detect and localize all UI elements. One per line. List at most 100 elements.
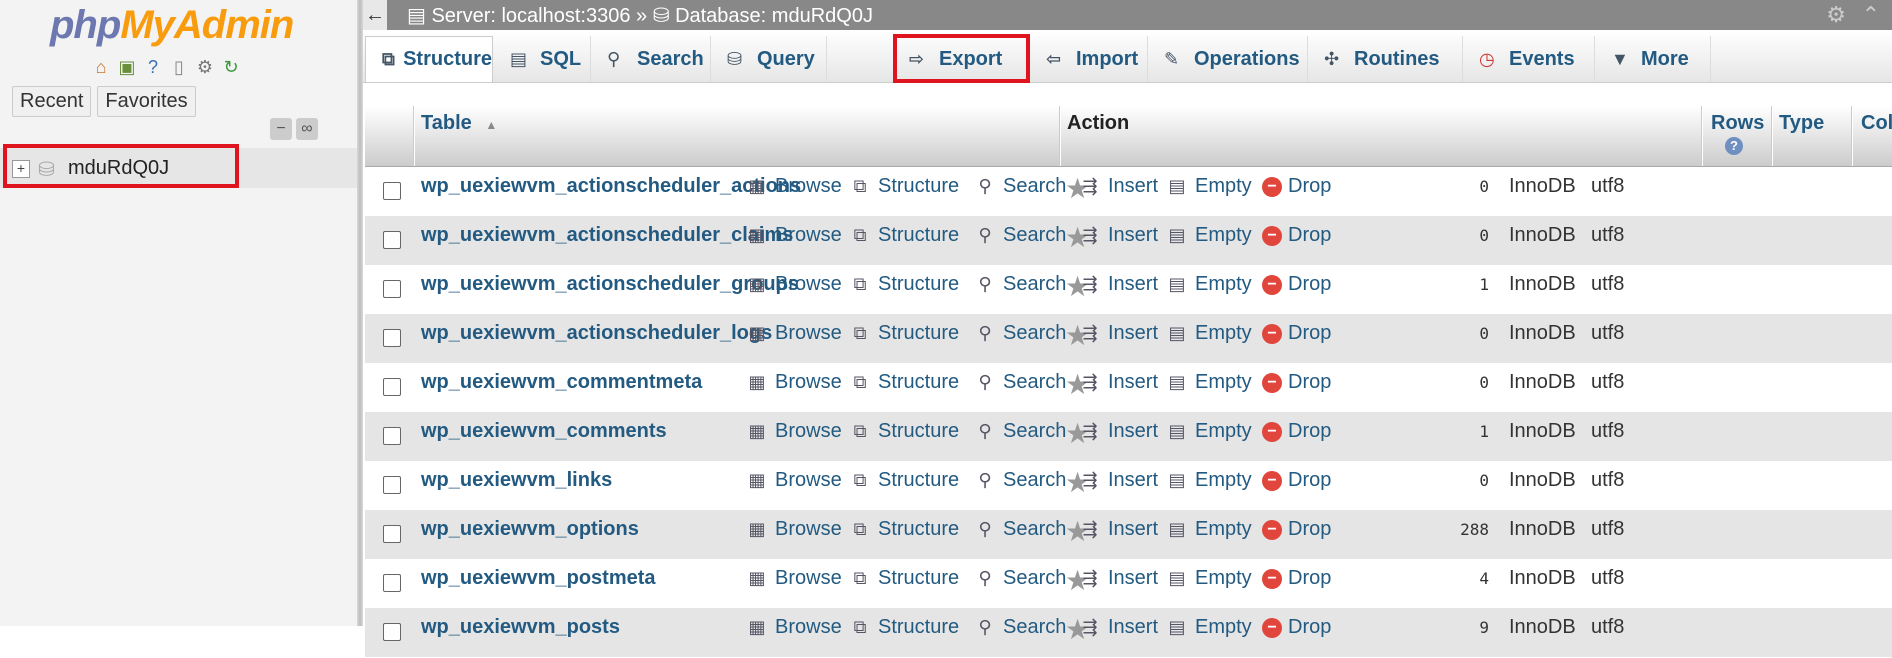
action-insert[interactable]: ⇶ Insert bbox=[1078, 616, 1158, 639]
action-drop[interactable]: − Drop bbox=[1262, 322, 1331, 345]
tab-operations[interactable]: ✎ Operations bbox=[1148, 36, 1308, 82]
tab-sql[interactable]: ▤ SQL bbox=[494, 36, 591, 82]
action-browse[interactable]: ▦ Browse bbox=[745, 322, 841, 345]
action-empty[interactable]: ▤ Empty bbox=[1165, 616, 1251, 639]
header-rows[interactable]: Rows ? bbox=[1711, 112, 1764, 155]
row-checkbox[interactable] bbox=[383, 231, 401, 249]
breadcrumb-database[interactable]: Database: mduRdQ0J bbox=[675, 5, 873, 27]
action-insert[interactable]: ⇶ Insert bbox=[1078, 567, 1158, 590]
action-search[interactable]: ⚲ Search bbox=[973, 616, 1066, 639]
row-checkbox[interactable] bbox=[383, 476, 401, 494]
table-name-link[interactable]: wp_uexiewvm_comments bbox=[421, 420, 667, 443]
table-row[interactable]: wp_uexiewvm_actionscheduler_actions ★ ▦ Bro… bbox=[365, 167, 1892, 217]
table-name-link[interactable]: wp_uexiewvm_options bbox=[421, 518, 639, 541]
exit-icon[interactable]: ▣ bbox=[116, 56, 138, 78]
action-structure[interactable]: ⧉ Structure bbox=[848, 273, 960, 296]
action-drop[interactable]: − Drop bbox=[1262, 616, 1331, 639]
action-browse[interactable]: ▦ Browse bbox=[745, 420, 841, 443]
action-empty[interactable]: ▤ Empty bbox=[1165, 420, 1251, 443]
action-empty[interactable]: ▤ Empty bbox=[1165, 567, 1251, 590]
action-drop[interactable]: − Drop bbox=[1262, 273, 1331, 296]
action-structure[interactable]: ⧉ Structure bbox=[848, 420, 960, 443]
action-search[interactable]: ⚲ Search bbox=[973, 469, 1066, 492]
action-browse[interactable]: ▦ Browse bbox=[745, 371, 841, 394]
home-icon[interactable]: ⌂ bbox=[90, 56, 112, 78]
tab-structure[interactable]: ⧉ Structure bbox=[365, 36, 493, 82]
action-empty[interactable]: ▤ Empty bbox=[1165, 518, 1251, 541]
action-empty[interactable]: ▤ Empty bbox=[1165, 371, 1251, 394]
table-row[interactable]: wp_uexiewvm_commentmeta ★ ▦ Browse ⧉ Structur… bbox=[365, 363, 1892, 413]
action-structure[interactable]: ⧉ Structure bbox=[848, 175, 960, 198]
action-insert[interactable]: ⇶ Insert bbox=[1078, 469, 1158, 492]
action-insert[interactable]: ⇶ Insert bbox=[1078, 420, 1158, 443]
action-search[interactable]: ⚲ Search bbox=[973, 322, 1066, 345]
action-structure[interactable]: ⧉ Structure bbox=[848, 518, 960, 541]
action-drop[interactable]: − Drop bbox=[1262, 371, 1331, 394]
action-browse[interactable]: ▦ Browse bbox=[745, 518, 841, 541]
action-insert[interactable]: ⇶ Insert bbox=[1078, 273, 1158, 296]
action-insert[interactable]: ⇶ Insert bbox=[1078, 175, 1158, 198]
table-name-link[interactable]: wp_uexiewvm_actionscheduler_logs bbox=[421, 322, 772, 345]
action-drop[interactable]: − Drop bbox=[1262, 175, 1331, 198]
action-browse[interactable]: ▦ Browse bbox=[745, 616, 841, 639]
row-checkbox[interactable] bbox=[383, 329, 401, 347]
action-search[interactable]: ⚲ Search bbox=[973, 518, 1066, 541]
table-row[interactable]: wp_uexiewvm_actionscheduler_claims ★ ▦ Brow… bbox=[365, 216, 1892, 266]
table-row[interactable]: wp_uexiewvm_options ★ ▦ Browse ⧉ Structure ⚲ Se… bbox=[365, 510, 1892, 560]
tab-query[interactable]: ⛁ Query bbox=[711, 36, 827, 82]
link-icon[interactable]: ∞ bbox=[296, 118, 318, 140]
action-insert[interactable]: ⇶ Insert bbox=[1078, 224, 1158, 247]
tab-import[interactable]: ⇦ Import bbox=[1030, 36, 1148, 82]
panel-splitter[interactable] bbox=[357, 0, 363, 626]
docs-icon[interactable]: ▯ bbox=[168, 56, 190, 78]
table-name-link[interactable]: wp_uexiewvm_posts bbox=[421, 616, 620, 639]
action-browse[interactable]: ▦ Browse bbox=[745, 175, 841, 198]
action-empty[interactable]: ▤ Empty bbox=[1165, 224, 1251, 247]
collapse-topbar-icon[interactable]: ⌃ bbox=[1862, 2, 1880, 28]
row-checkbox[interactable] bbox=[383, 280, 401, 298]
row-checkbox[interactable] bbox=[383, 525, 401, 543]
action-browse[interactable]: ▦ Browse bbox=[745, 224, 841, 247]
settings-icon[interactable]: ⚙ bbox=[194, 56, 216, 78]
table-row[interactable]: wp_uexiewvm_actionscheduler_logs ★ ▦ Browse… bbox=[365, 314, 1892, 364]
action-structure[interactable]: ⧉ Structure bbox=[848, 469, 960, 492]
table-name-link[interactable]: wp_uexiewvm_links bbox=[421, 469, 612, 492]
action-empty[interactable]: ▤ Empty bbox=[1165, 273, 1251, 296]
action-search[interactable]: ⚲ Search bbox=[973, 420, 1066, 443]
action-drop[interactable]: − Drop bbox=[1262, 469, 1331, 492]
table-row[interactable]: wp_uexiewvm_comments ★ ▦ Browse ⧉ Structure ⚲ S… bbox=[365, 412, 1892, 462]
table-row[interactable]: wp_uexiewvm_links ★ ▦ Browse ⧉ Structure ⚲ Sear… bbox=[365, 461, 1892, 511]
action-empty[interactable]: ▤ Empty bbox=[1165, 175, 1251, 198]
action-browse[interactable]: ▦ Browse bbox=[745, 567, 841, 590]
action-drop[interactable]: − Drop bbox=[1262, 518, 1331, 541]
action-search[interactable]: ⚲ Search bbox=[973, 567, 1066, 590]
row-checkbox[interactable] bbox=[383, 427, 401, 445]
phpmyadmin-logo[interactable]: phpMyAdmin bbox=[50, 3, 294, 48]
action-structure[interactable]: ⧉ Structure bbox=[848, 371, 960, 394]
table-name-link[interactable]: wp_uexiewvm_actionscheduler_groups bbox=[421, 273, 799, 296]
action-structure[interactable]: ⧉ Structure bbox=[848, 322, 960, 345]
collapse-all-icon[interactable]: − bbox=[270, 118, 292, 140]
table-name-link[interactable]: wp_uexiewvm_postmeta bbox=[421, 567, 656, 590]
tab-search[interactable]: ⚲ Search bbox=[591, 36, 711, 82]
action-drop[interactable]: − Drop bbox=[1262, 567, 1331, 590]
help-icon[interactable]: ? bbox=[1725, 137, 1743, 155]
action-search[interactable]: ⚲ Search bbox=[973, 224, 1066, 247]
row-checkbox[interactable] bbox=[383, 182, 401, 200]
action-search[interactable]: ⚲ Search bbox=[973, 273, 1066, 296]
recent-tab[interactable]: Recent bbox=[12, 86, 92, 117]
action-structure[interactable]: ⧉ Structure bbox=[848, 616, 960, 639]
action-structure[interactable]: ⧉ Structure bbox=[848, 224, 960, 247]
tab-more[interactable]: ▼ More bbox=[1595, 36, 1711, 82]
action-empty[interactable]: ▤ Empty bbox=[1165, 469, 1251, 492]
action-search[interactable]: ⚲ Search bbox=[973, 371, 1066, 394]
action-browse[interactable]: ▦ Browse bbox=[745, 469, 841, 492]
action-browse[interactable]: ▦ Browse bbox=[745, 273, 841, 296]
reload-icon[interactable]: ↻ bbox=[220, 56, 242, 78]
header-type[interactable]: Type bbox=[1779, 112, 1824, 135]
tab-events[interactable]: ◷ Events bbox=[1463, 36, 1595, 82]
action-drop[interactable]: − Drop bbox=[1262, 420, 1331, 443]
help-icon[interactable]: ? bbox=[142, 56, 164, 78]
action-structure[interactable]: ⧉ Structure bbox=[848, 567, 960, 590]
back-arrow-icon[interactable]: ← bbox=[363, 0, 387, 30]
